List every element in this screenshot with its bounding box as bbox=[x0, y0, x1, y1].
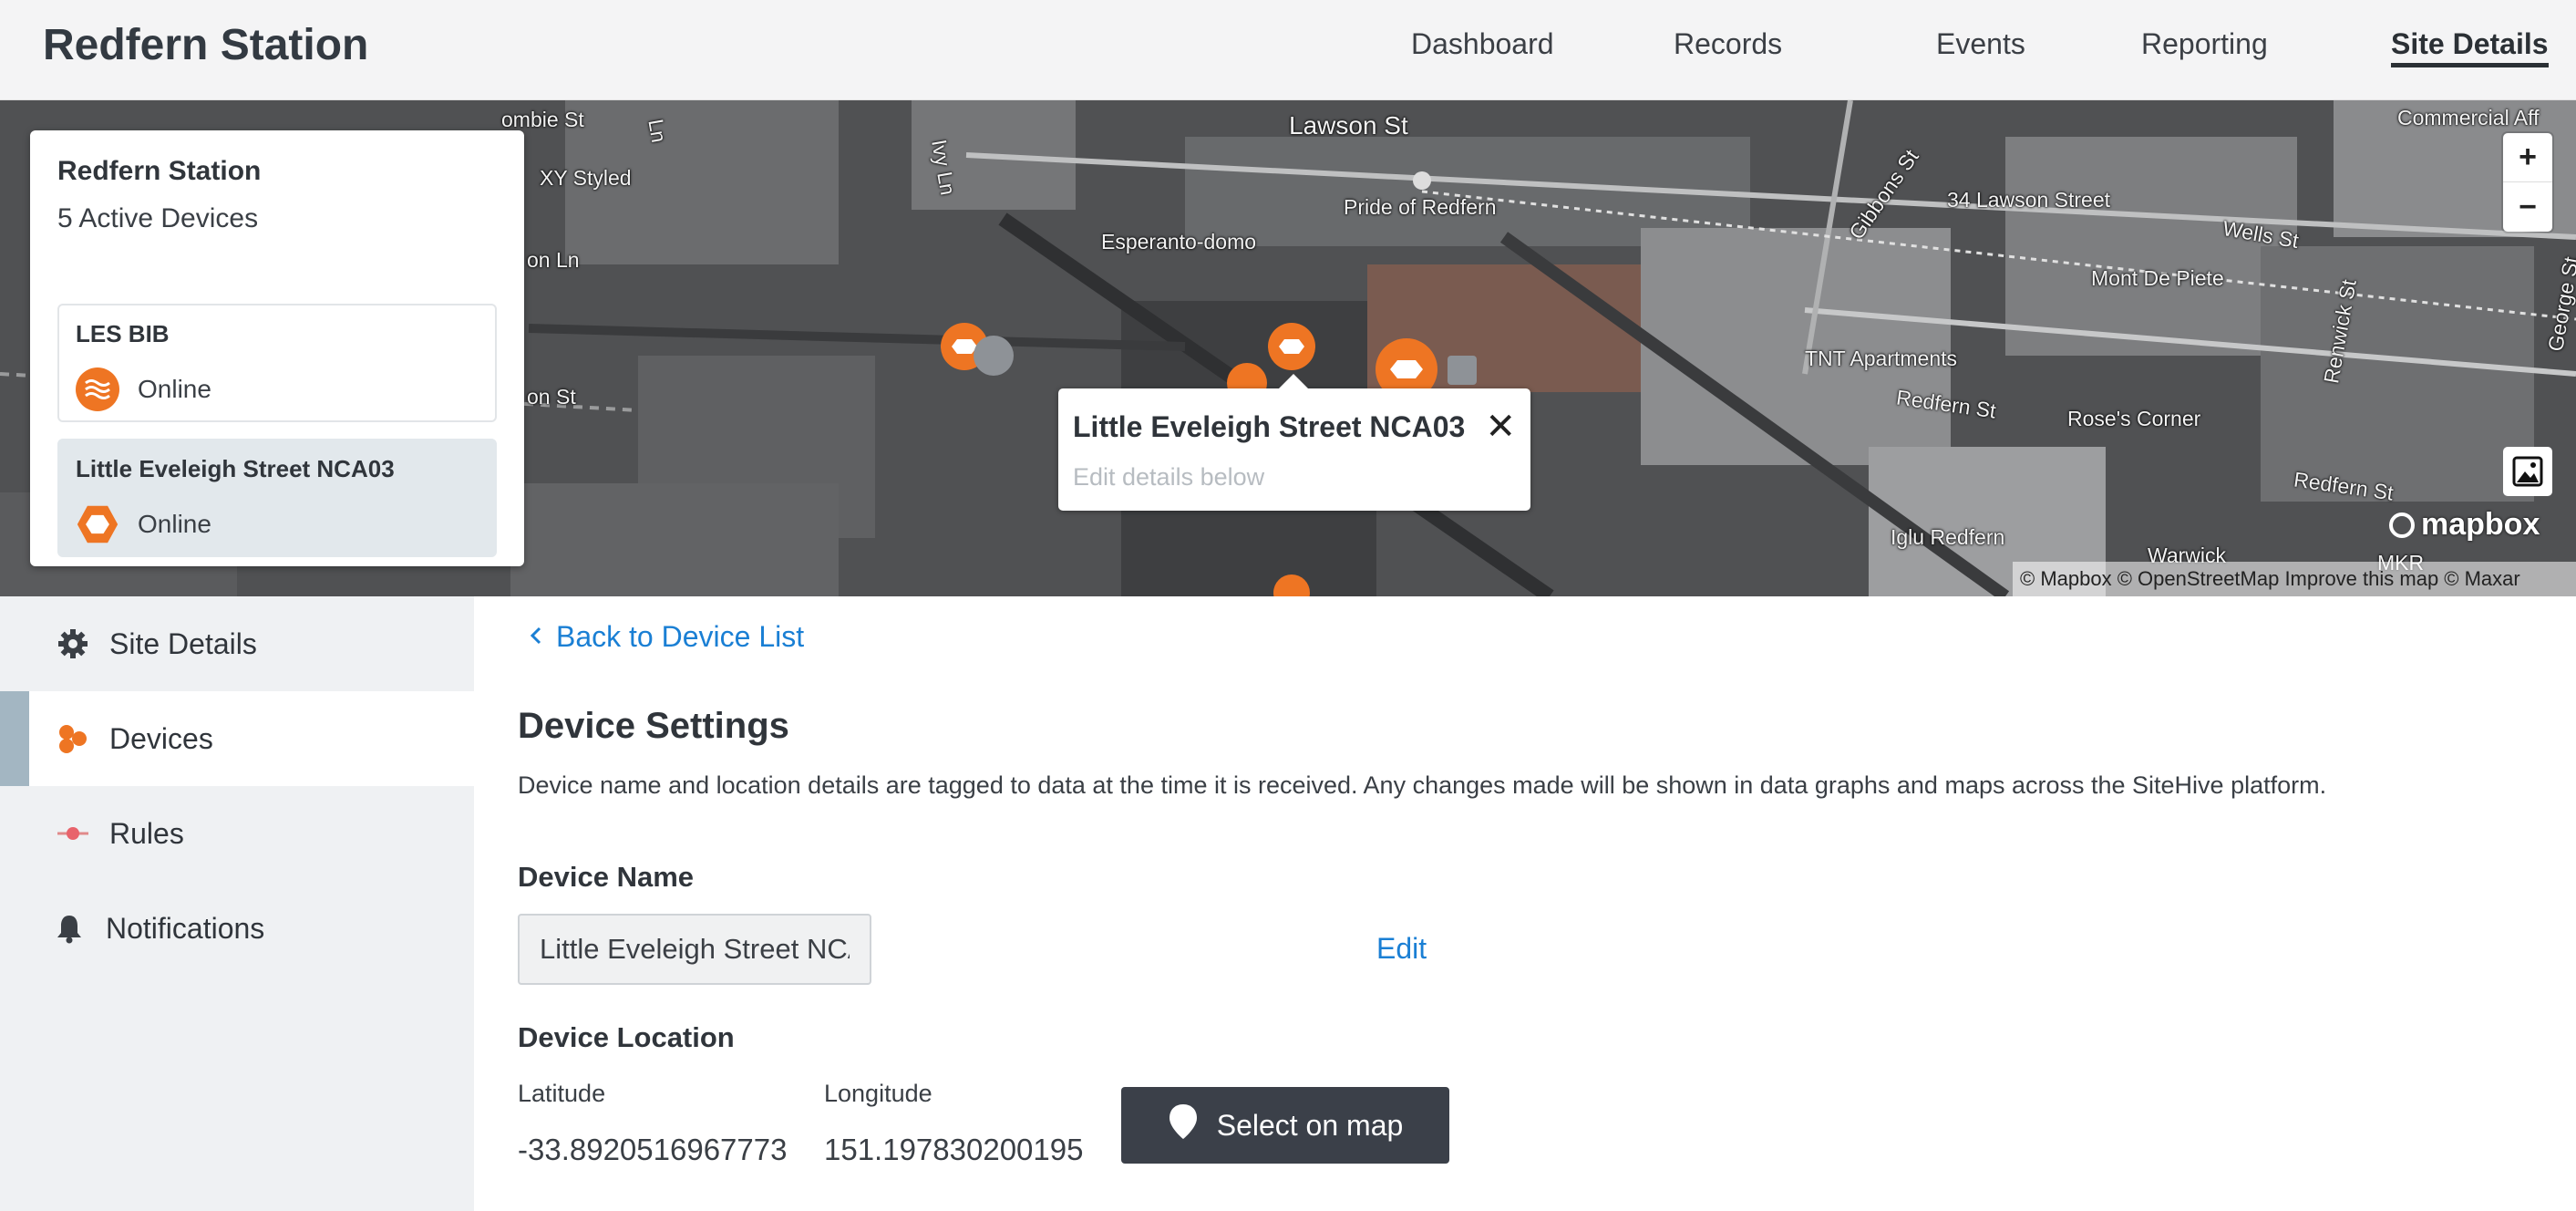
bell-icon bbox=[53, 912, 86, 945]
device-settings-panel: Back to Device List Device Settings Devi… bbox=[474, 596, 2576, 1211]
device-card-les-bib[interactable]: LES BIB Online bbox=[57, 304, 497, 422]
satellite-map[interactable]: ombie St XY Styled Lawson St Pride of Re… bbox=[0, 100, 2576, 596]
map-label: on St bbox=[527, 385, 576, 409]
nav-records[interactable]: Records bbox=[1674, 27, 1782, 61]
map-label: Lawson St bbox=[1289, 111, 1408, 140]
map-label: 34 Lawson Street bbox=[1947, 188, 2111, 212]
mapbox-logo-text: mapbox bbox=[2421, 507, 2540, 542]
sidebar-item-notifications[interactable]: Notifications bbox=[0, 881, 474, 976]
hexagon-icon bbox=[76, 502, 119, 546]
map-label: Rose's Corner bbox=[2067, 407, 2201, 430]
sidebar-item-label: Notifications bbox=[106, 911, 265, 945]
gear-icon bbox=[57, 627, 89, 660]
devices-cluster-icon bbox=[57, 722, 89, 755]
popup-title: Little Eveleigh Street NCA03 bbox=[1073, 410, 1466, 443]
sidebar-item-site-details[interactable]: Site Details bbox=[0, 596, 474, 691]
nav-site-details[interactable]: Site Details bbox=[2391, 27, 2549, 67]
map-pin-icon bbox=[1168, 1102, 1199, 1148]
nav-dashboard[interactable]: Dashboard bbox=[1411, 27, 1554, 61]
device-name-field[interactable] bbox=[518, 914, 871, 985]
active-devices-count: 5 Active Devices bbox=[57, 203, 259, 233]
rule-line-icon bbox=[57, 817, 89, 850]
map-label: ombie St bbox=[501, 108, 584, 131]
longitude-label: Longitude bbox=[824, 1080, 933, 1107]
settings-sidebar: Site Details Devices Rules Notifications bbox=[0, 596, 474, 1211]
edit-name-link[interactable]: Edit bbox=[1376, 932, 1427, 966]
device-location-label: Device Location bbox=[518, 1021, 735, 1053]
site-summary-card: Redfern Station 5 Active Devices LES BIB… bbox=[30, 130, 524, 566]
sidebar-item-devices[interactable]: Devices bbox=[0, 691, 474, 786]
chevron-left-icon bbox=[529, 620, 543, 654]
nav-events[interactable]: Events bbox=[1936, 27, 2025, 61]
device-status: Online bbox=[138, 375, 211, 403]
map-label: Esperanto-domo bbox=[1101, 230, 1257, 254]
map-label: Ln bbox=[644, 117, 672, 145]
device-popup: Little Eveleigh Street NCA03 Edit detail… bbox=[1058, 374, 1530, 511]
map-label: XY Styled bbox=[540, 166, 632, 190]
site-name: Redfern Station bbox=[57, 156, 262, 186]
sidebar-item-rules[interactable]: Rules bbox=[0, 786, 474, 881]
sidebar-item-label: Devices bbox=[109, 721, 213, 755]
top-header: Redfern Station Dashboard Records Events… bbox=[0, 0, 2576, 100]
sidebar-item-label: Site Details bbox=[109, 626, 257, 660]
latitude-label: Latitude bbox=[518, 1080, 606, 1107]
sidebar-item-label: Rules bbox=[109, 816, 184, 850]
zoom-out-button[interactable]: − bbox=[2503, 182, 2552, 232]
settings-description: Device name and location details are tag… bbox=[518, 771, 2327, 799]
device-name-label: Device Name bbox=[518, 861, 695, 893]
top-nav: Dashboard Records Events Reporting Site … bbox=[0, 27, 2576, 73]
select-on-map-label: Select on map bbox=[1216, 1108, 1404, 1142]
map-attribution[interactable]: © Mapbox © OpenStreetMap Improve this ma… bbox=[2013, 562, 2576, 596]
mapbox-logo: mapbox bbox=[2388, 507, 2540, 543]
close-icon[interactable]: ✕ bbox=[1485, 409, 1516, 445]
back-link-label: Back to Device List bbox=[556, 620, 805, 653]
map-label: Commercial Aff bbox=[2397, 106, 2540, 129]
device-name: LES BIB bbox=[76, 320, 170, 347]
water-waves-icon bbox=[76, 367, 119, 411]
map-label: Pride of Redfern bbox=[1344, 195, 1497, 219]
longitude-value: 151.197830200195 bbox=[824, 1133, 1084, 1166]
device-status: Online bbox=[138, 510, 211, 538]
select-on-map-button[interactable]: Select on map bbox=[1121, 1087, 1449, 1164]
nav-reporting[interactable]: Reporting bbox=[2141, 27, 2268, 61]
map-marker-2 bbox=[1268, 323, 1315, 370]
map-label: on Ln bbox=[527, 248, 580, 272]
zoom-in-button[interactable]: + bbox=[2503, 133, 2552, 182]
back-to-device-list-link[interactable]: Back to Device List bbox=[529, 620, 804, 654]
popup-subtitle: Edit details below bbox=[1073, 463, 1265, 491]
map-label: TNT Apartments bbox=[1805, 347, 1958, 370]
zoom-controls: + − bbox=[2503, 133, 2552, 232]
device-card-little-eveleigh[interactable]: Little Eveleigh Street NCA03 Online bbox=[57, 439, 497, 557]
map-label: Iglu Redfern bbox=[1891, 525, 2005, 549]
device-name: Little Eveleigh Street NCA03 bbox=[76, 455, 395, 482]
page-title: Device Settings bbox=[518, 706, 789, 746]
latitude-value: -33.8920516967773 bbox=[518, 1133, 788, 1166]
map-label: Mont De Piete bbox=[2091, 266, 2224, 290]
image-layer-icon[interactable] bbox=[2503, 447, 2552, 496]
